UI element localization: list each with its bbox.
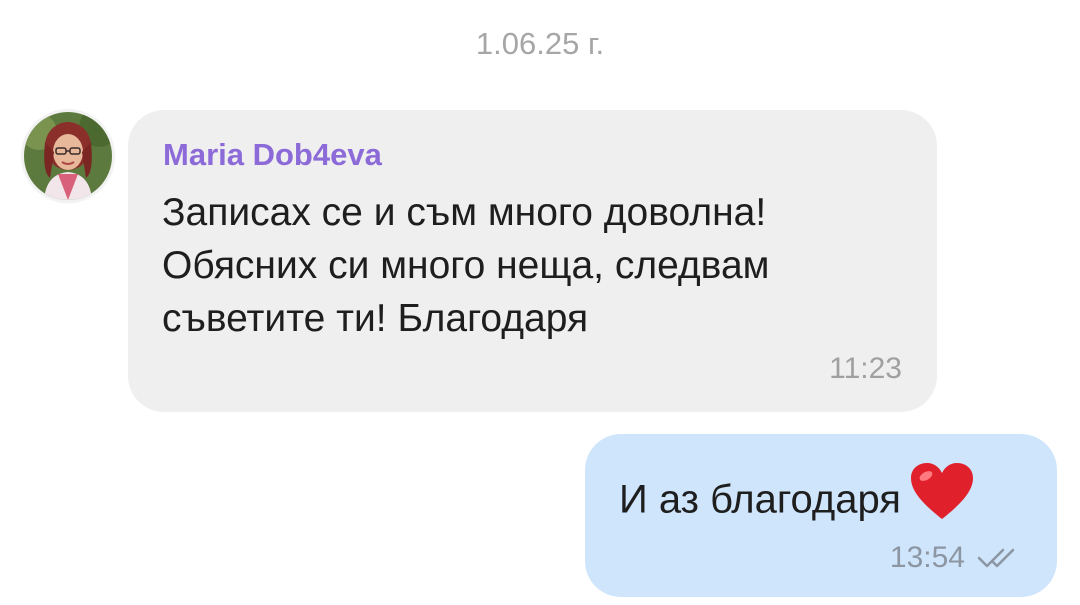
message-text: Записах се и съм много доволна! Обясних … xyxy=(162,191,770,340)
message-time: 13:54 xyxy=(889,541,965,574)
message-time: 11:23 xyxy=(829,352,902,385)
date-separator: 1.06.25 г. xyxy=(475,26,605,61)
outgoing-message-content: И аз благодаря xyxy=(619,463,975,533)
red-heart-icon xyxy=(909,461,975,533)
chat-window: 1.06.25 г. Maria Dob4eva Записах се и съ… xyxy=(0,0,1080,605)
incoming-message-bubble[interactable]: Maria Dob4eva Записах се и съм много дов… xyxy=(128,110,937,412)
outgoing-message-meta: 13:54 xyxy=(890,541,1023,575)
double-check-read-icon xyxy=(977,547,1023,569)
sender-name[interactable]: Maria Dob4eva xyxy=(163,137,382,173)
sender-avatar[interactable] xyxy=(24,112,112,200)
avatar-photo-icon xyxy=(24,112,112,200)
outgoing-message-bubble[interactable]: И аз благодаря 13:54 xyxy=(585,434,1057,597)
message-text: И аз благодаря xyxy=(619,477,901,522)
